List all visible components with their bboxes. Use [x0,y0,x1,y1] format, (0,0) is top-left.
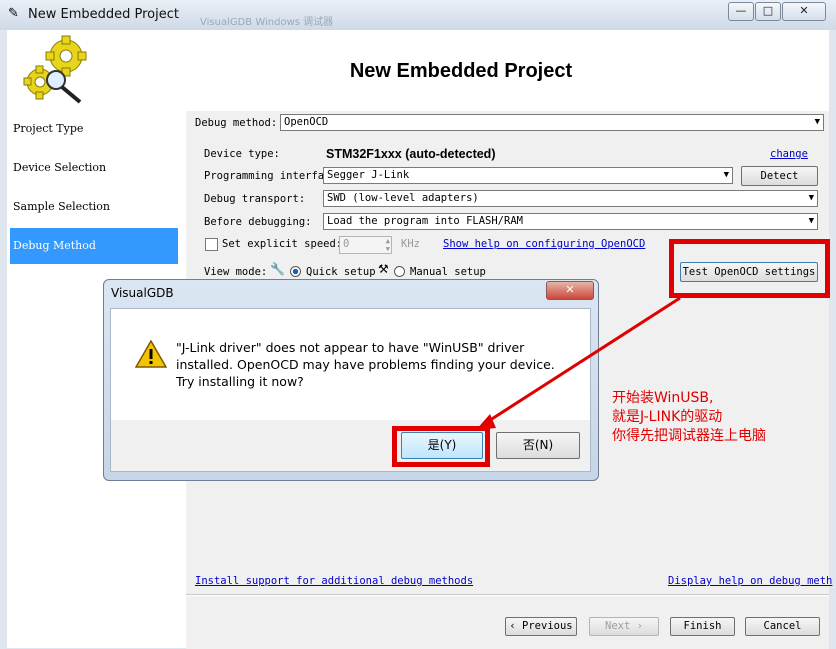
annotation-arrow [476,296,681,430]
annotation-text: 开始装WinUSB, 就是J-LINK的驱动 你得先把调试器连上电脑 [612,389,766,446]
annotation-line-3: 你得先把调试器连上电脑 [612,428,766,444]
annotation-line-2: 就是J-LINK的驱动 [612,409,723,425]
annotation-line-1: 开始装WinUSB, [612,390,714,406]
